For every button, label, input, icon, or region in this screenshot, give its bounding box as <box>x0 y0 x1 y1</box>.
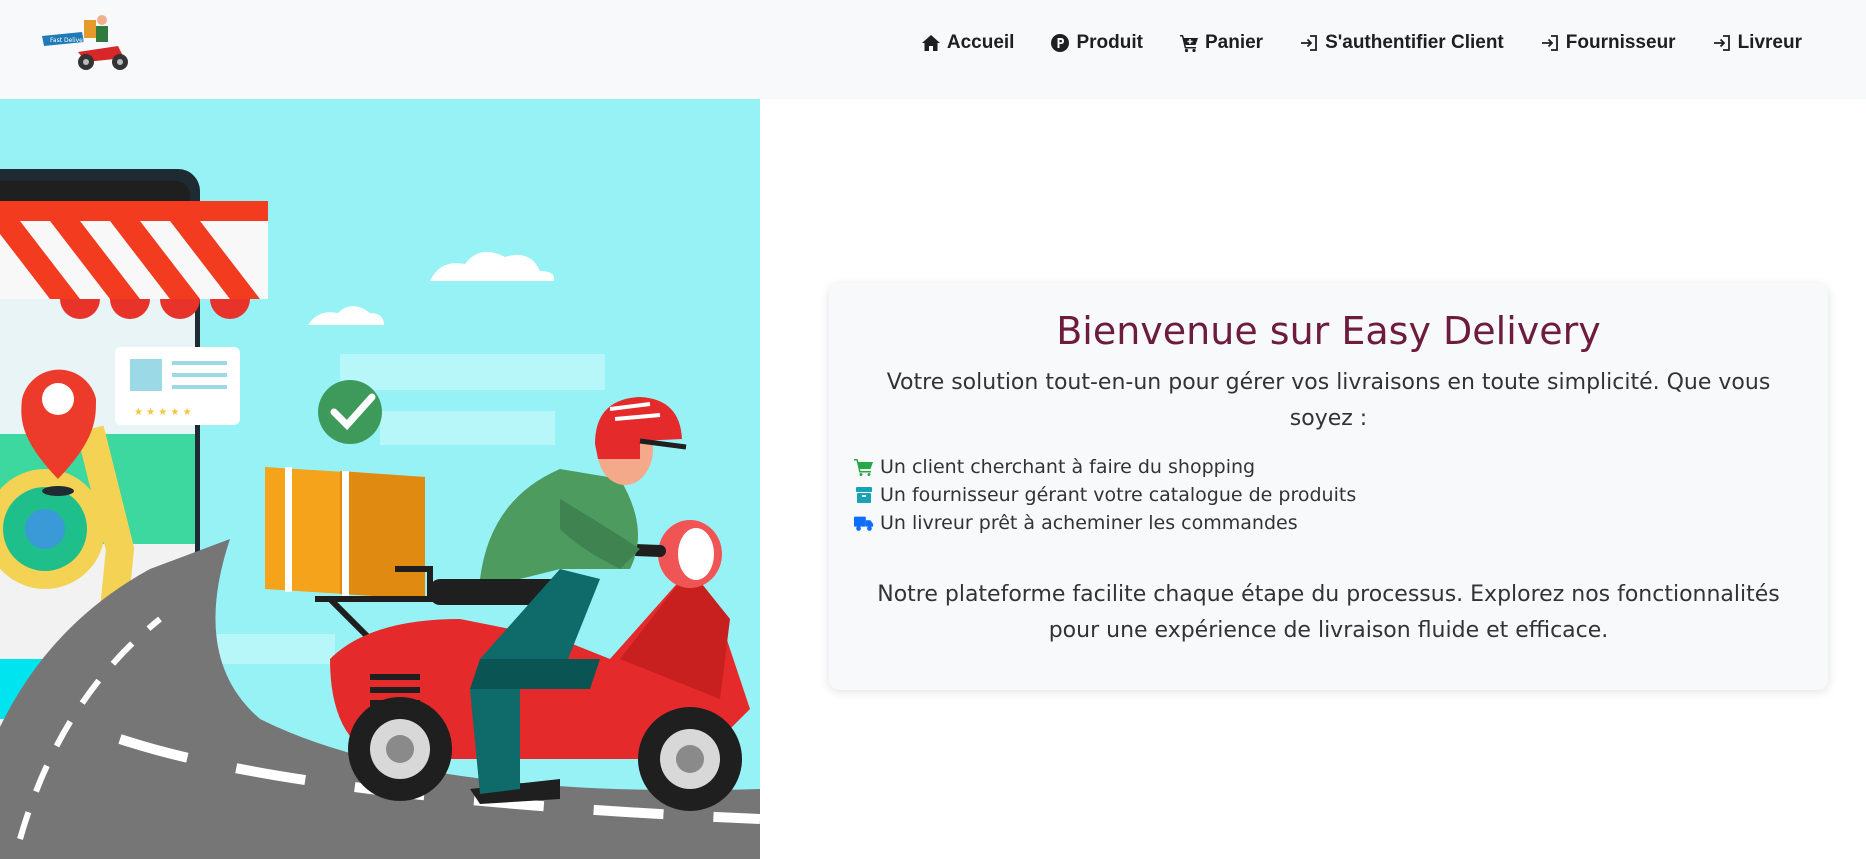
navbar: Fast Delivery Accueil Produit Panier S'a… <box>0 0 1866 99</box>
delivery-scooter-logo-icon: Fast Delivery <box>38 12 136 74</box>
role-livreur-text: Un livreur prêt à acheminer les commande… <box>880 512 1298 534</box>
nav-fournisseur[interactable]: Fournisseur <box>1522 32 1694 54</box>
welcome-outro: Notre plateforme facilite chaque étape d… <box>877 582 1780 643</box>
role-fournisseur: Un fournisseur gérant votre catalogue de… <box>854 481 1356 509</box>
cart-icon <box>1179 35 1198 53</box>
nav-produit-label: Produit <box>1076 32 1143 53</box>
home-icon <box>921 35 940 51</box>
p-circle-icon <box>1051 34 1070 52</box>
roles-list: Un client cherchant à faire du shopping … <box>854 453 1356 537</box>
role-fournisseur-text: Un fournisseur gérant votre catalogue de… <box>880 484 1357 506</box>
login-icon <box>1713 35 1730 51</box>
nav-panier-label: Panier <box>1204 32 1264 53</box>
role-client-text: Un client cherchant à faire du shopping <box>880 456 1256 478</box>
role-livreur: Un livreur prêt à acheminer les commande… <box>854 509 1356 537</box>
welcome-title: Bienvenue sur Easy Delivery <box>1056 309 1601 353</box>
nav-authentifier-client[interactable]: S'authentifier Client <box>1281 32 1522 54</box>
welcome-card: Bienvenue sur Easy Delivery Votre soluti… <box>829 283 1828 690</box>
welcome-intro: Votre solution tout-en-un pour gérer vos… <box>886 370 1771 431</box>
login-icon <box>1301 35 1317 51</box>
delivery-scooter-illustration-icon: ★ ★ ★ ★ ★ <box>0 99 760 859</box>
svg-text:Fast Delivery: Fast Delivery <box>50 37 89 44</box>
svg-text:★ ★ ★ ★ ★: ★ ★ ★ ★ ★ <box>134 407 192 418</box>
role-client: Un client cherchant à faire du shopping <box>854 453 1356 481</box>
hero-illustration: ★ ★ ★ ★ ★ <box>0 99 760 859</box>
truck-icon <box>854 516 874 531</box>
nav-fournisseur-label: Fournisseur <box>1565 32 1676 53</box>
nav-panier[interactable]: Panier <box>1161 32 1281 54</box>
nav-authentifier-client-label: S'authentifier Client <box>1325 32 1504 53</box>
cart-icon <box>854 459 873 476</box>
box-icon <box>856 487 872 503</box>
nav-livreur-label: Livreur <box>1737 32 1802 53</box>
brand-logo[interactable]: Fast Delivery <box>38 12 136 74</box>
login-icon <box>1541 35 1558 51</box>
main-nav: Accueil Produit Panier S'authentifier Cl… <box>903 0 1820 86</box>
nav-produit[interactable]: Produit <box>1032 32 1161 54</box>
nav-livreur[interactable]: Livreur <box>1694 32 1820 54</box>
nav-accueil-label: Accueil <box>946 32 1015 53</box>
nav-accueil[interactable]: Accueil <box>903 32 1033 54</box>
